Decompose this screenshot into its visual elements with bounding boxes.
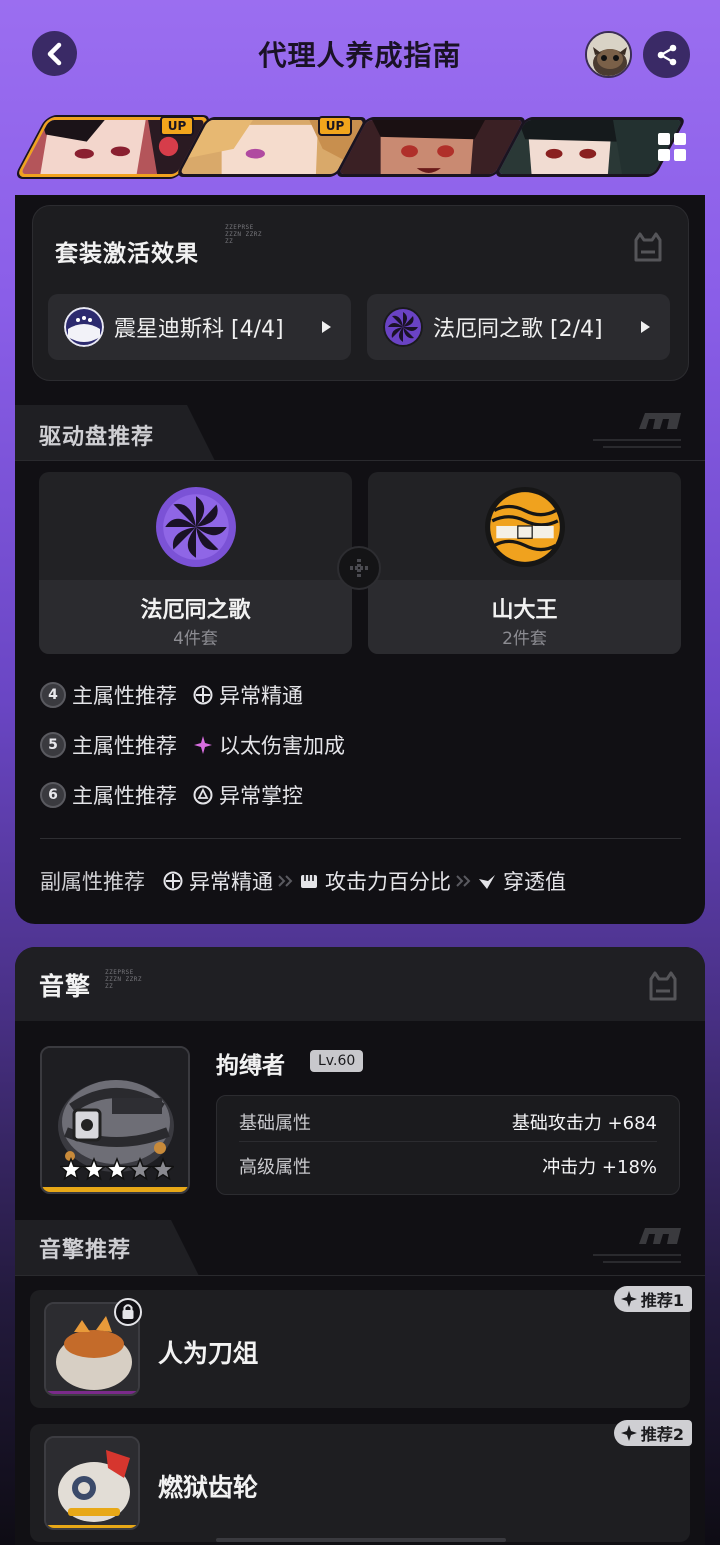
recommendation-thumb: [44, 1436, 140, 1530]
ether-dmg-icon: [194, 736, 212, 754]
disc-piece-count: 4件套: [173, 629, 218, 649]
sub-stat-value: 攻击力百分比: [325, 870, 451, 894]
double-chevron-icon: [456, 875, 471, 887]
set-chip-1[interactable]: 震星迪斯科 [4/4]: [48, 294, 351, 360]
grid-icon: [658, 133, 686, 161]
main-stat-label: 主属性推荐: [72, 734, 177, 758]
share-icon: [657, 44, 676, 65]
recommendation-name: 人为刀俎: [158, 1339, 259, 1368]
rarity-stars: [60, 1156, 174, 1181]
main-stat-value: 以太伤害加成: [219, 734, 345, 758]
recommendation-name: 燃狱齿轮: [158, 1473, 259, 1502]
star-filled-icon: [60, 1156, 84, 1181]
phaethon-set-icon: [156, 487, 236, 567]
main-stat-value: 异常掌控: [219, 784, 303, 808]
sub-stat-value: 异常精通: [189, 870, 273, 894]
advanced-attribute-row: 高级属性 冲击力 +18%: [239, 1146, 657, 1186]
zzz-logo-icon: [593, 413, 681, 448]
sub-stat-value: 穿透值: [503, 870, 566, 894]
recommendation-card-1[interactable]: 人为刀俎 推荐1: [30, 1286, 692, 1408]
disc-name: 法厄同之歌: [140, 598, 251, 623]
set-chip-2[interactable]: 法厄同之歌 [2/4]: [367, 294, 670, 360]
main-stat-row-4: 4 主属性推荐 异常精通: [40, 680, 303, 710]
all-agents-grid-button[interactable]: [640, 118, 704, 176]
lock-icon: [114, 1298, 142, 1326]
w-engine-art: [46, 1438, 138, 1528]
disco-set-icon: [64, 307, 104, 347]
up-badge: UP: [318, 116, 352, 136]
star-empty-icon: [150, 1156, 174, 1181]
sub-stat-row: 副属性推荐 异常精通 攻击力百分比 穿透值: [40, 866, 566, 896]
attr-value: 基础攻击力 +684: [511, 1112, 657, 1134]
scroll-indicator: [216, 1538, 506, 1542]
disc-card-2[interactable]: 山大王 2件套: [368, 472, 681, 654]
star-filled-icon: [81, 1156, 107, 1181]
top-bar: 代理人养成指南: [0, 0, 720, 108]
up-badge: UP: [160, 116, 194, 136]
attr-key: 基础属性: [239, 1112, 311, 1134]
engine-recommend-tab-strip: 音擎推荐: [15, 1220, 705, 1276]
main-stat-label: 主属性推荐: [72, 684, 177, 708]
w-engine-title: 音擎: [39, 972, 92, 1001]
double-chevron-icon: [278, 875, 293, 887]
chevron-right-icon: [322, 321, 331, 333]
rarity-bar: [42, 1187, 188, 1192]
anomaly-mastery-icon: [193, 785, 213, 805]
recommend-rank-badge: 推荐1: [613, 1286, 692, 1312]
user-avatar[interactable]: [585, 31, 632, 78]
w-engine-image[interactable]: [40, 1046, 190, 1194]
disc-name: 山大王: [491, 598, 558, 623]
bangboo-outline-icon: [634, 232, 662, 262]
anomaly-proficiency-icon: [193, 685, 213, 705]
base-attribute-row: 基础属性 基础攻击力 +684: [239, 1102, 657, 1142]
zzz-logo-icon: [593, 1228, 681, 1263]
plus-icon: [337, 546, 381, 590]
slot-4-badge: 4: [40, 682, 66, 708]
sparkle-icon: [620, 1291, 637, 1307]
set-effects-title: 套装激活效果: [55, 241, 199, 267]
star-empty-icon: [127, 1156, 153, 1181]
recommendation-card-2[interactable]: 燃狱齿轮 推荐2: [30, 1420, 692, 1542]
slot-5-badge: 5: [40, 732, 66, 758]
decorative-code: ZZEPRSE ZZZN ZZRZ ZZ: [225, 224, 263, 245]
attr-key: 高级属性: [239, 1157, 311, 1178]
chevron-right-icon: [641, 321, 650, 333]
disc-piece-count: 2件套: [502, 629, 547, 649]
set-effects-card: 套装激活效果 ZZEPRSE ZZZN ZZRZ ZZ 震星迪斯科 [4/4] …: [32, 205, 689, 381]
anomaly-proficiency-icon: [163, 871, 183, 891]
phaethon-set-icon: [383, 307, 423, 347]
atk-percent-icon: [301, 875, 317, 888]
main-stat-row-5: 5 主属性推荐 以太伤害加成: [40, 730, 345, 760]
w-engine-attributes: 基础属性 基础攻击力 +684 高级属性 冲击力 +18%: [216, 1095, 680, 1195]
main-stat-label: 主属性推荐: [72, 784, 177, 808]
w-engine-header: 音擎 ZZEPRSE ZZZN ZZRZ ZZ: [15, 947, 705, 1021]
star-filled-icon: [104, 1156, 130, 1181]
main-stat-row-6: 6 主属性推荐 异常掌控: [40, 780, 303, 810]
divider: [40, 838, 681, 839]
set-chip-label: 法厄同之歌 [2/4]: [433, 317, 603, 342]
sparkle-icon: [620, 1425, 637, 1441]
disc-card-1[interactable]: 法厄同之歌 4件套: [39, 472, 352, 654]
drive-disc-tab-strip: 驱动盘推荐: [15, 405, 705, 461]
slot-6-badge: 6: [40, 782, 66, 808]
main-stat-value: 异常精通: [219, 684, 303, 708]
sub-stat-label: 副属性推荐: [40, 870, 145, 894]
bangboo-outline-icon: [649, 971, 677, 1001]
recommend-rank-badge: 推荐2: [613, 1420, 692, 1446]
king-of-summit-set-icon: [485, 487, 565, 567]
decorative-code: ZZEPRSE ZZZN ZZRZ ZZ: [105, 969, 143, 990]
share-button[interactable]: [643, 31, 690, 78]
pen-icon: [479, 875, 495, 889]
set-chip-label: 震星迪斯科 [4/4]: [114, 317, 284, 342]
level-badge: Lv.60: [310, 1050, 364, 1072]
w-engine-name: 拘缚者: [216, 1053, 285, 1079]
drive-disc-tab-label: 驱动盘推荐: [39, 425, 155, 450]
engine-recommend-tab-label: 音擎推荐: [39, 1238, 132, 1263]
attr-value: 冲击力 +18%: [542, 1157, 657, 1178]
